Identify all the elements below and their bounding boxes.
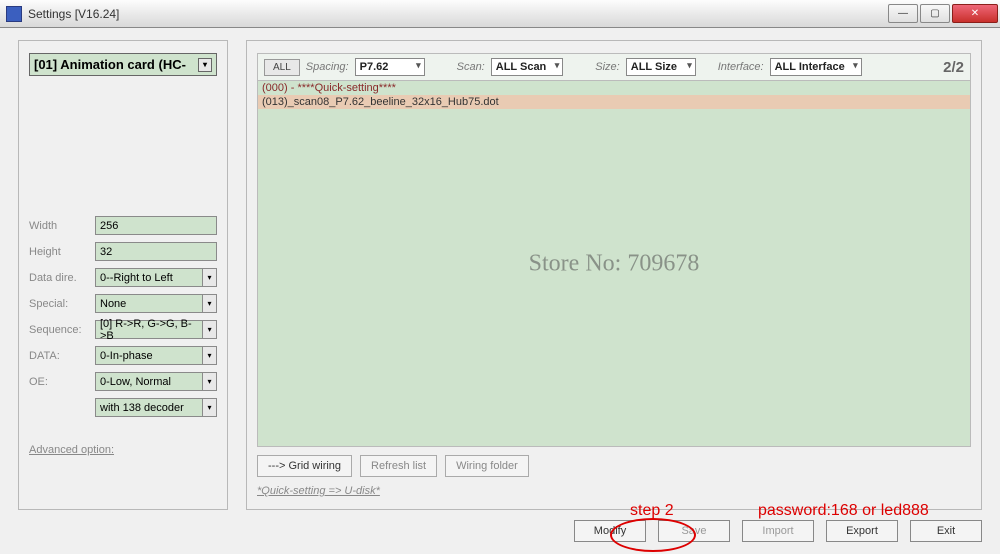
scan-label: Scan: — [457, 61, 485, 73]
quick-setting-link[interactable]: *Quick-setting => U-disk* — [257, 485, 971, 497]
data-dire-label: Data dire. — [29, 272, 89, 284]
oe-select[interactable]: 0-Low, Normal▾ — [95, 372, 217, 391]
scan-select[interactable]: ALL Scan — [491, 58, 564, 76]
sequence-label: Sequence: — [29, 324, 89, 336]
all-button[interactable]: ALL — [264, 59, 300, 76]
annotation-password: password:168 or led888 — [758, 502, 929, 520]
client-area: [01] Animation card (HC- ▾ Width 256 Hei… — [0, 28, 1000, 554]
chevron-down-icon: ▾ — [202, 399, 216, 416]
height-label: Height — [29, 246, 89, 258]
filter-bar: ALL Spacing: P7.62 Scan: ALL Scan Size: … — [257, 53, 971, 81]
chevron-down-icon: ▾ — [202, 321, 216, 338]
settings-list[interactable]: (000) - ****Quick-setting**** (013)_scan… — [257, 81, 971, 447]
card-select[interactable]: [01] Animation card (HC- ▾ — [29, 53, 217, 76]
window-title: Settings [V16.24] — [28, 7, 119, 21]
interface-select[interactable]: ALL Interface — [770, 58, 862, 76]
result-count: 2/2 — [943, 59, 964, 76]
app-icon — [6, 6, 22, 22]
refresh-list-button[interactable]: Refresh list — [360, 455, 437, 477]
interface-label: Interface: — [718, 61, 764, 73]
data-dire-select[interactable]: 0--Right to Left▾ — [95, 268, 217, 287]
special-select[interactable]: None▾ — [95, 294, 217, 313]
annotation-step: step 2 — [630, 502, 674, 520]
exit-button[interactable]: Exit — [910, 520, 982, 542]
card-select-value: [01] Animation card (HC- — [34, 57, 186, 72]
spacing-label: Spacing: — [306, 61, 349, 73]
export-button[interactable]: Export — [826, 520, 898, 542]
height-input[interactable]: 32 — [95, 242, 217, 261]
oe-label: OE: — [29, 376, 89, 388]
save-button[interactable]: Save — [658, 520, 730, 542]
list-item[interactable]: (013)_scan08_P7.62_beeline_32x16_Hub75.d… — [258, 95, 970, 109]
spacing-select[interactable]: P7.62 — [355, 58, 425, 76]
modify-button[interactable]: Modify — [574, 520, 646, 542]
size-label: Size: — [595, 61, 619, 73]
chevron-down-icon: ▾ — [198, 58, 212, 72]
watermark-text: Store No: 709678 — [529, 250, 700, 277]
import-button[interactable]: Import — [742, 520, 814, 542]
decoder-select[interactable]: with 138 decoder▾ — [95, 398, 217, 417]
grid-wiring-button[interactable]: ---> Grid wiring — [257, 455, 352, 477]
minimize-button[interactable]: ― — [888, 4, 918, 23]
close-button[interactable]: ✕ — [952, 4, 998, 23]
list-item[interactable]: (000) - ****Quick-setting**** — [258, 81, 970, 95]
chevron-down-icon: ▾ — [202, 347, 216, 364]
sequence-select[interactable]: [0] R->R, G->G, B->B▾ — [95, 320, 217, 339]
width-label: Width — [29, 220, 89, 232]
chevron-down-icon: ▾ — [202, 373, 216, 390]
right-panel: ALL Spacing: P7.62 Scan: ALL Scan Size: … — [246, 40, 982, 510]
advanced-option-link[interactable]: Advanced option: — [29, 444, 217, 456]
window-controls: ― ▢ ✕ — [888, 4, 998, 23]
chevron-down-icon: ▾ — [202, 269, 216, 286]
mid-button-row: ---> Grid wiring Refresh list Wiring fol… — [257, 447, 971, 485]
chevron-down-icon: ▾ — [202, 295, 216, 312]
titlebar: Settings [V16.24] ― ▢ ✕ — [0, 0, 1000, 28]
special-label: Special: — [29, 298, 89, 310]
data-select[interactable]: 0-In-phase▾ — [95, 346, 217, 365]
left-panel: [01] Animation card (HC- ▾ Width 256 Hei… — [18, 40, 228, 510]
maximize-button[interactable]: ▢ — [920, 4, 950, 23]
data-label: DATA: — [29, 350, 89, 362]
size-select[interactable]: ALL Size — [626, 58, 696, 76]
wiring-folder-button[interactable]: Wiring folder — [445, 455, 529, 477]
width-input[interactable]: 256 — [95, 216, 217, 235]
